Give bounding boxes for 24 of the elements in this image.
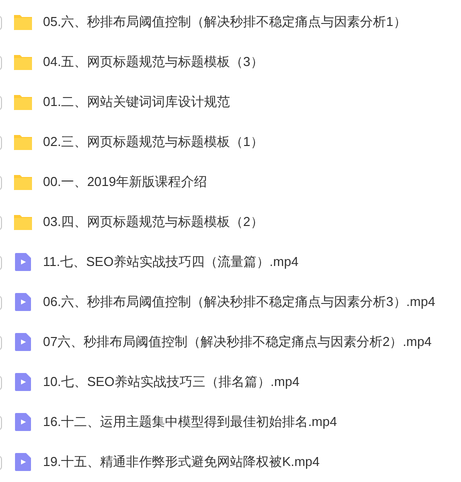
play-file-icon — [13, 252, 33, 272]
folder-icon — [13, 14, 33, 30]
folder-icon — [13, 214, 33, 230]
file-name[interactable]: 02.三、网页标题规范与标题模板（1） — [43, 132, 264, 152]
play-file-icon — [13, 332, 33, 352]
folder-icon — [13, 174, 33, 190]
folder-icon — [13, 54, 33, 70]
file-name[interactable]: 19.十五、精通非作弊形式避免网站降权被K.mp4 — [43, 452, 320, 472]
play-file-icon — [13, 372, 33, 392]
play-file-icon — [13, 292, 33, 312]
play-file-icon — [13, 452, 33, 472]
file-name[interactable]: 00.一、2019年新版课程介绍 — [43, 172, 207, 192]
file-name[interactable]: 05.六、秒排布局阈值控制（解决秒排不稳定痛点与因素分析1） — [43, 12, 406, 32]
folder-icon — [13, 94, 33, 110]
folder-icon — [13, 134, 33, 150]
file-name[interactable]: 03.四、网页标题规范与标题模板（2） — [43, 212, 264, 232]
file-name[interactable]: 06.六、秒排布局阈值控制（解决秒排不稳定痛点与因素分析3）.mp4 — [43, 292, 436, 312]
file-name[interactable]: 10.七、SEO养站实战技巧三（排名篇）.mp4 — [43, 372, 300, 392]
file-name[interactable]: 01.二、网站关键词词库设计规范 — [43, 92, 230, 112]
file-name[interactable]: 11.七、SEO养站实战技巧四（流量篇）.mp4 — [43, 252, 298, 272]
file-name[interactable]: 04.五、网页标题规范与标题模板（3） — [43, 52, 264, 72]
play-file-icon — [13, 412, 33, 432]
file-name[interactable]: 16.十二、运用主题集中模型得到最佳初始排名.mp4 — [43, 412, 337, 432]
file-name[interactable]: 07六、秒排布局阈值控制（解决秒排不稳定痛点与因素分析2）.mp4 — [43, 332, 432, 352]
